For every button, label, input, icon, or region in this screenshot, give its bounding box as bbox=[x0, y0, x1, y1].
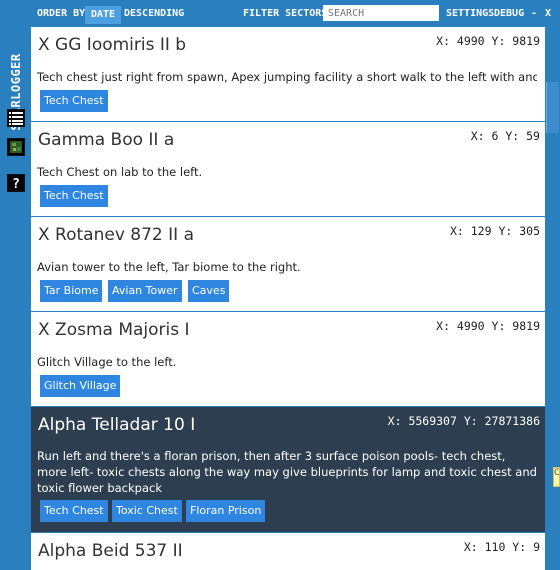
sidebar: STARLOGGER ? bbox=[0, 27, 31, 570]
tag-caves[interactable]: Caves bbox=[188, 280, 230, 302]
tag-glitch-village[interactable]: Glitch Village bbox=[40, 375, 121, 397]
tag-floran-prison[interactable]: Floran Prison bbox=[186, 500, 266, 522]
list-item[interactable]: X GG Ioomiris II b X: 4990 Y: 9819 Tech … bbox=[31, 27, 545, 122]
filter-sectors-button[interactable]: FILTER SECTORS bbox=[243, 8, 327, 19]
entry-description: Avian tower to the left, Tar biome to th… bbox=[37, 260, 301, 274]
debug-button[interactable]: DEBUG bbox=[494, 8, 524, 19]
order-by-label: ORDER BY bbox=[37, 8, 86, 19]
tag-toxic-chest[interactable]: Toxic Chest bbox=[112, 500, 182, 522]
entry-title: Alpha Beid 537 II bbox=[38, 541, 183, 561]
list-icon[interactable] bbox=[7, 109, 25, 127]
settings-button[interactable]: SETTINGS bbox=[446, 8, 494, 19]
side-tooltip-tab[interactable]: C bbox=[553, 467, 560, 487]
minimize-button[interactable]: - bbox=[531, 8, 537, 19]
entry-description: Tech Chest on lab to the left. bbox=[37, 165, 203, 179]
entry-coordinates: X: 5569307 Y: 27871386 bbox=[387, 414, 540, 428]
entry-coordinates: X: 4990 Y: 9819 bbox=[436, 34, 540, 48]
entry-description: Tech chest just right from spawn, Apex j… bbox=[37, 70, 537, 84]
entry-title: X GG Ioomiris II b bbox=[38, 35, 187, 55]
tag-tech-chest[interactable]: Tech Chest bbox=[40, 90, 108, 112]
entry-coordinates: X: 4990 Y: 9819 bbox=[436, 319, 540, 333]
top-bar: ORDER BY DATE DESCENDING FILTER SECTORS … bbox=[0, 0, 560, 27]
help-icon[interactable]: ? bbox=[7, 174, 25, 192]
entry-title: Gamma Boo II a bbox=[38, 130, 175, 150]
sort-descending-button[interactable]: DESCENDING bbox=[124, 8, 184, 19]
list-item-selected[interactable]: Alpha Telladar 10 I X: 5569307 Y: 278713… bbox=[31, 407, 545, 533]
entry-title: X Zosma Majoris I bbox=[38, 320, 190, 340]
entry-description: Run left and there's a floran prison, th… bbox=[37, 449, 537, 495]
sort-date-button[interactable]: DATE bbox=[85, 6, 122, 24]
scrollbar-thumb[interactable] bbox=[546, 82, 559, 133]
scrollbar[interactable] bbox=[545, 27, 560, 570]
side-tooltip-tab-label: C bbox=[554, 468, 560, 478]
entry-description: Glitch Village to the left. bbox=[37, 355, 177, 369]
close-button[interactable]: X bbox=[545, 8, 551, 19]
list-item[interactable]: X Zosma Majoris I X: 4990 Y: 9819 Glitch… bbox=[31, 312, 545, 407]
planet-icon[interactable] bbox=[7, 138, 25, 156]
entry-title: Alpha Telladar 10 I bbox=[38, 415, 196, 435]
list-item[interactable]: Alpha Beid 537 II X: 110 Y: 9 bbox=[31, 533, 545, 570]
svg-text:?: ? bbox=[12, 177, 20, 191]
tag-avian-tower[interactable]: Avian Tower bbox=[108, 280, 182, 302]
tag-tar-biome[interactable]: Tar Biome bbox=[40, 280, 103, 302]
list-item[interactable]: Gamma Boo II a X: 6 Y: 59 Tech Chest on … bbox=[31, 122, 545, 217]
list-item[interactable]: X Rotanev 872 II a X: 129 Y: 305 Avian t… bbox=[31, 217, 545, 312]
entry-coordinates: X: 129 Y: 305 bbox=[449, 224, 540, 238]
tag-tech-chest[interactable]: Tech Chest bbox=[40, 500, 108, 522]
search-input[interactable] bbox=[323, 5, 439, 21]
entry-coordinates: X: 110 Y: 9 bbox=[463, 540, 540, 554]
tag-tech-chest[interactable]: Tech Chest bbox=[40, 185, 108, 207]
entry-list[interactable]: X GG Ioomiris II b X: 4990 Y: 9819 Tech … bbox=[31, 27, 545, 570]
entry-coordinates: X: 6 Y: 59 bbox=[470, 129, 540, 143]
entry-title: X Rotanev 872 II a bbox=[38, 225, 194, 245]
